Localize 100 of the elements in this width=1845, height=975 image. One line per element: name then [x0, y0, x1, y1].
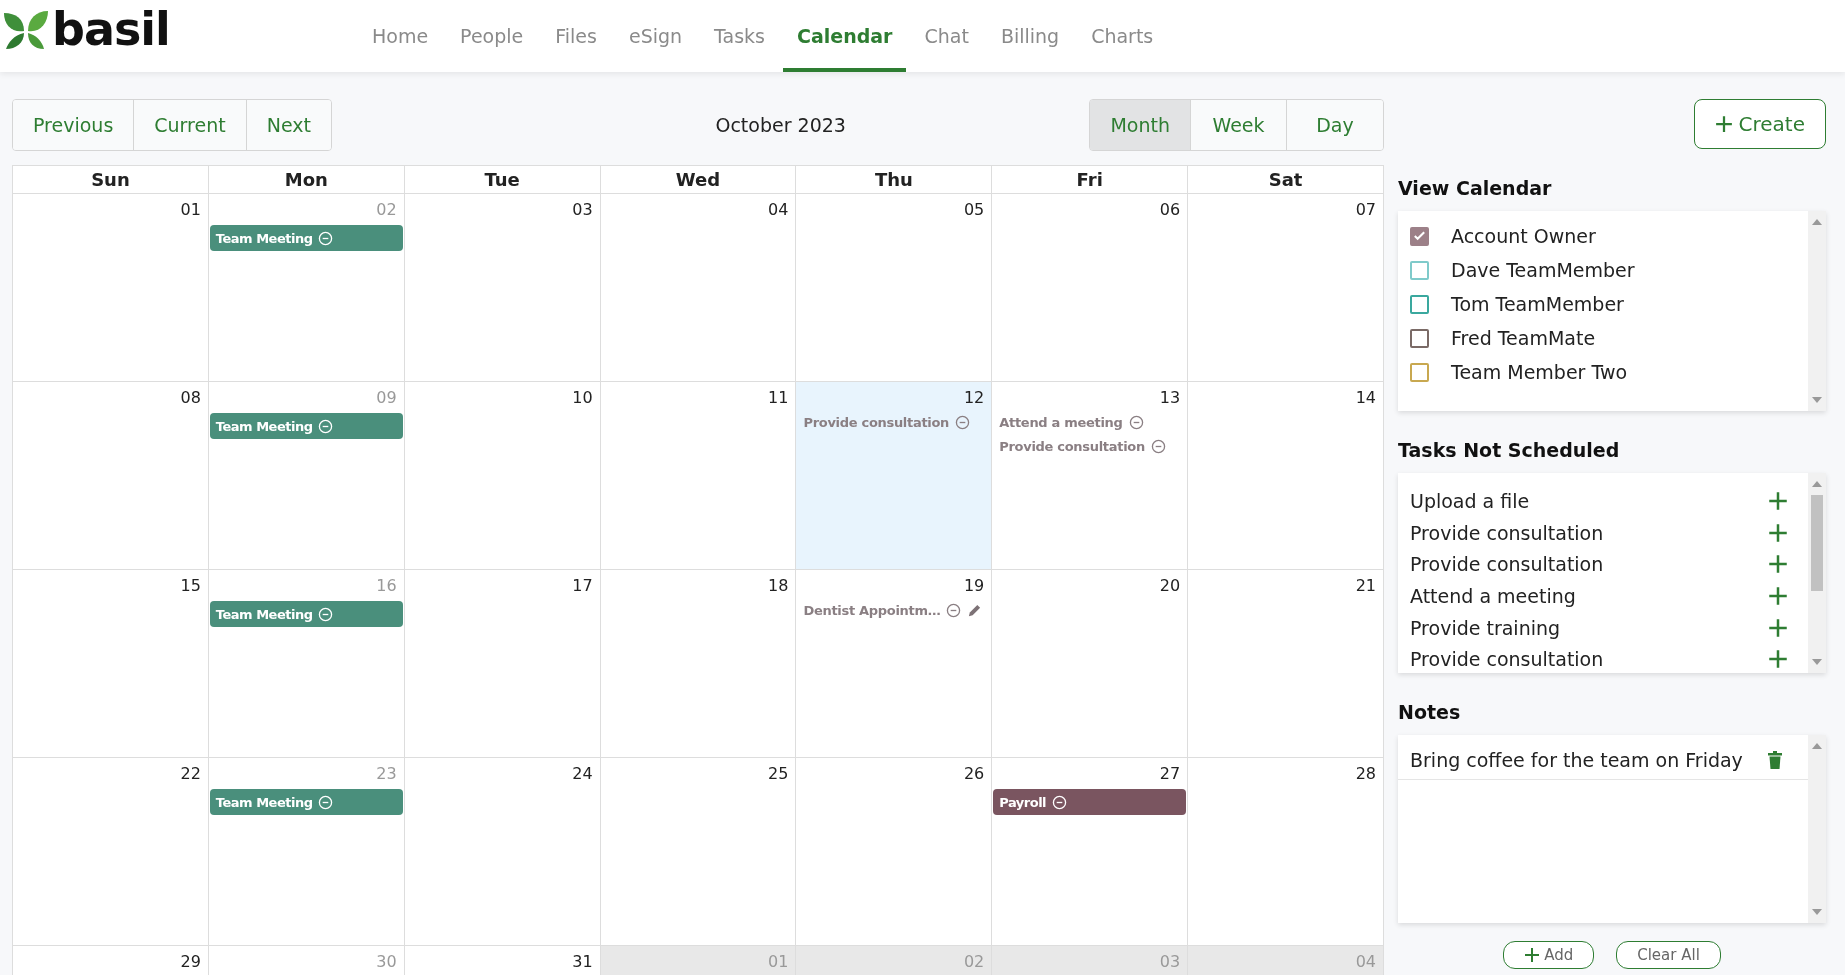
nav-tab[interactable]: Chat: [910, 4, 983, 72]
day-cell[interactable]: 20: [992, 570, 1189, 758]
nav-tab[interactable]: Tasks: [700, 4, 779, 72]
add-task-button[interactable]: [1768, 649, 1788, 670]
nav-tab[interactable]: Billing: [986, 4, 1074, 72]
scrollbar-thumb[interactable]: [1811, 495, 1823, 591]
minus-circle-icon[interactable]: [1128, 414, 1144, 430]
scroll-up-arrow-icon[interactable]: [1812, 219, 1822, 225]
view-toggle-button[interactable]: Month: [1090, 100, 1191, 150]
day-number: 23: [376, 764, 398, 783]
minus-circle-icon[interactable]: [946, 602, 962, 618]
pencil-icon[interactable]: [967, 602, 983, 618]
day-number: 31: [572, 952, 594, 971]
scroll-down-arrow-icon[interactable]: [1812, 659, 1822, 665]
checkbox[interactable]: [1410, 260, 1429, 280]
day-cell[interactable]: 12 Provide consultation: [796, 382, 993, 570]
section-heading: View Calendar: [1398, 177, 1553, 199]
event-title[interactable]: Dentist Appointm…: [803, 602, 941, 618]
checkbox[interactable]: [1410, 328, 1429, 348]
scroll-down-arrow-icon[interactable]: [1812, 909, 1822, 915]
day-cell[interactable]: 18: [600, 570, 797, 758]
day-cell[interactable]: 02 Team Meeting: [208, 194, 405, 382]
nav-tab[interactable]: eSign: [614, 4, 697, 72]
day-cell[interactable]: 27 Payroll: [992, 758, 1189, 946]
add-task-button[interactable]: [1768, 617, 1788, 638]
day-cell[interactable]: 15: [13, 570, 209, 758]
day-cell[interactable]: 10: [404, 382, 601, 570]
day-cell[interactable]: 14: [1188, 382, 1384, 570]
day-cell[interactable]: 06: [992, 194, 1189, 382]
nav-tab[interactable]: Home: [358, 4, 443, 72]
day-cell[interactable]: 13 Attend a meeting Provide consultation: [992, 382, 1189, 570]
day-number: 04: [768, 200, 790, 219]
nav-tab[interactable]: Charts: [1077, 4, 1168, 72]
event-title: Payroll: [999, 794, 1047, 810]
plus-icon: [1768, 585, 1788, 606]
day-cell[interactable]: 24: [404, 758, 601, 946]
add-task-button[interactable]: [1768, 522, 1788, 543]
day-cell[interactable]: 23 Team Meeting: [208, 758, 405, 946]
day-number: 30: [376, 952, 398, 971]
calendar-nav-button[interactable]: Previous: [13, 100, 135, 150]
day-number: 06: [1159, 200, 1182, 219]
minus-circle-icon[interactable]: [955, 414, 971, 430]
day-cell[interactable]: 01: [13, 194, 209, 382]
event-bar[interactable]: Payroll: [993, 789, 1187, 815]
create-button[interactable]: Create: [1693, 99, 1826, 149]
checkbox[interactable]: [1410, 362, 1429, 382]
event-bar[interactable]: Team Meeting: [209, 413, 403, 439]
scroll-down-arrow-icon[interactable]: [1812, 397, 1822, 403]
day-number: 11: [768, 388, 790, 407]
member-name: Tom TeamMember: [1451, 293, 1624, 315]
day-number: 12: [963, 388, 986, 407]
nav-tab[interactable]: People: [446, 4, 538, 72]
clear-all-button[interactable]: Clear All: [1616, 941, 1721, 969]
add-task-button[interactable]: [1768, 554, 1788, 575]
day-cell[interactable]: 29: [13, 946, 209, 975]
add-task-button[interactable]: [1768, 585, 1788, 606]
day-number: 16: [376, 576, 398, 595]
trash-icon[interactable]: [1768, 751, 1782, 769]
day-number: 03: [1159, 952, 1182, 971]
event-title: Team Meeting: [215, 230, 313, 246]
day-cell[interactable]: 17: [404, 570, 601, 758]
day-cell[interactable]: 07: [1188, 194, 1384, 382]
task-name: Attend a meeting: [1410, 584, 1576, 607]
nav-tab[interactable]: Calendar: [783, 4, 907, 72]
section-heading: Notes: [1398, 701, 1462, 723]
day-cell[interactable]: 30: [208, 946, 405, 975]
event-title[interactable]: Provide consultation: [999, 438, 1145, 454]
day-cell[interactable]: 19 Dentist Appointm…: [796, 570, 993, 758]
day-cell[interactable]: 22: [13, 758, 209, 946]
minus-circle-icon[interactable]: [1150, 438, 1166, 454]
nav-tab[interactable]: Files: [541, 4, 611, 72]
day-cell[interactable]: 31: [404, 946, 601, 975]
day-cell[interactable]: 09 Team Meeting: [208, 382, 405, 570]
add-task-button[interactable]: [1768, 490, 1788, 511]
day-cell[interactable]: 21: [1188, 570, 1384, 758]
day-cell[interactable]: 16 Team Meeting: [208, 570, 405, 758]
task-name: Upload a file: [1410, 489, 1530, 512]
checkbox[interactable]: [1410, 226, 1429, 246]
member-name: Team Member Two: [1451, 361, 1628, 383]
event-bar[interactable]: Team Meeting: [209, 601, 403, 627]
checkbox[interactable]: [1410, 294, 1429, 314]
event-title[interactable]: Attend a meeting: [999, 414, 1123, 430]
day-number: 22: [180, 764, 202, 783]
add-note-button[interactable]: Add: [1503, 941, 1595, 969]
scroll-up-arrow-icon[interactable]: [1812, 743, 1822, 749]
day-cell[interactable]: 04: [600, 194, 797, 382]
member-name: Account Owner: [1451, 225, 1596, 247]
weekday-header: Fri: [992, 166, 1189, 194]
day-cell[interactable]: 03: [404, 194, 601, 382]
day-number: 08: [180, 388, 202, 407]
plus-icon: [1768, 490, 1788, 511]
scroll-up-arrow-icon[interactable]: [1812, 481, 1822, 487]
plus-icon: [1714, 115, 1733, 133]
task-name: Provide consultation: [1410, 521, 1604, 544]
event-bar[interactable]: Team Meeting: [209, 789, 403, 815]
event-bar[interactable]: Team Meeting: [209, 225, 403, 251]
day-number: 26: [963, 764, 986, 783]
day-cell[interactable]: 08: [13, 382, 209, 570]
event-title[interactable]: Provide consultation: [803, 414, 950, 430]
plus-icon: [1768, 617, 1788, 638]
